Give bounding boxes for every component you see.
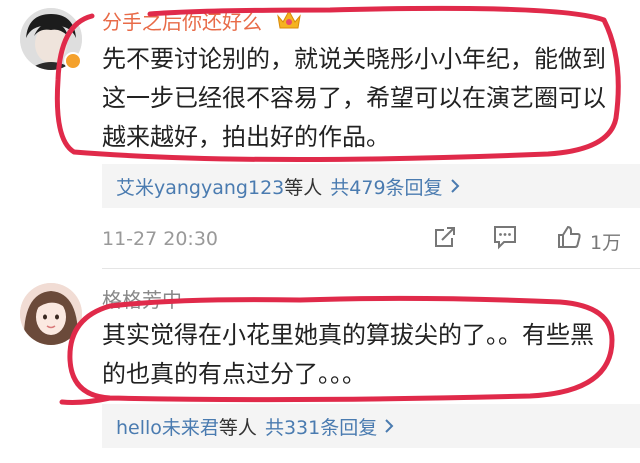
replies-preview[interactable]: hello未来君 等人 共331条回复 [102, 404, 640, 448]
reply-count: 共479条回复 [330, 176, 443, 199]
comment-line: 这一步已经很不容易了，希望可以在演艺圈可以 [102, 84, 606, 112]
comment-text: 其实觉得在小花里她真的算拔尖的了。。有些黑 的也真的有点过分了。。。 [102, 316, 622, 394]
verified-badge-icon [64, 52, 82, 70]
comment-line: 的也真的有点过分了。。。 [102, 360, 366, 388]
avatar[interactable] [20, 283, 82, 345]
like-count: 1万 [590, 232, 622, 254]
comment-line: 其实觉得在小花里她真的算拔尖的了。。有些黑 [102, 321, 594, 349]
chevron-right-icon [385, 419, 394, 433]
comment-line: 越来越好，拍出好的作品。 [102, 123, 390, 151]
comment-text: 先不要讨论别的，就说关晓彤小小年纪，能做到 这一步已经很不容易了，希望可以在演艺… [102, 40, 622, 157]
comment-username[interactable]: 格格芳中 [102, 284, 182, 313]
reply-count: 共331条回复 [264, 416, 378, 439]
comment-actions: 11-27 20:30 1万 [102, 224, 632, 256]
chevron-right-icon [450, 179, 459, 193]
reply-suffix: 等人 [284, 176, 323, 199]
replies-preview[interactable]: 艾米yangyang123 等人 共479条回复 [102, 164, 640, 208]
crown-badge-icon [277, 9, 301, 29]
timestamp: 11-27 20:30 [102, 228, 219, 250]
reply-users: 艾米yangyang123 [116, 176, 285, 199]
comment-line: 先不要讨论别的，就说关晓彤小小年纪，能做到 [102, 45, 606, 73]
share-icon[interactable] [432, 224, 458, 250]
comment-icon[interactable] [492, 224, 518, 250]
reply-suffix: 等人 [218, 416, 257, 439]
reply-users: hello未来君 [116, 416, 219, 439]
thumbs-up-icon[interactable] [556, 224, 582, 250]
comment-username[interactable]: 分手之后你还好么 [102, 6, 262, 35]
divider [102, 268, 640, 269]
